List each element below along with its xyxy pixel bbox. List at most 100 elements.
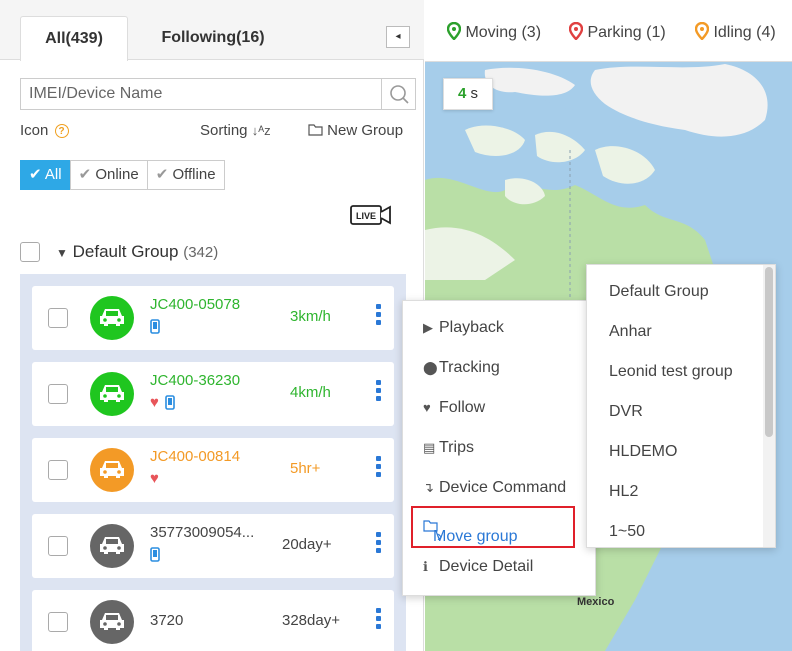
group-count: (342) — [183, 244, 219, 261]
submenu-item[interactable]: 1~50 — [609, 523, 645, 541]
submenu-item[interactable]: Anhar — [609, 323, 652, 341]
collapse-panel-button[interactable]: ◂ — [386, 26, 410, 48]
check-icon: ✔ — [155, 166, 169, 183]
legend-moving-label: Moving (3) — [465, 24, 542, 41]
group-label[interactable]: ▼ Default Group (342) — [56, 242, 218, 262]
new-group-button[interactable]: New Group — [308, 122, 403, 139]
menu-item-playback-label: Playback — [439, 319, 504, 336]
new-group-label: New Group — [327, 122, 404, 139]
device-speed: 5hr+ — [290, 460, 321, 477]
legend-idling[interactable]: Idling (4) — [694, 21, 776, 42]
device-card[interactable]: 3720 328day+ — [32, 590, 394, 651]
device-speed: 3km/h — [290, 308, 331, 325]
search-icon — [390, 85, 409, 104]
filter-online-label: Online — [95, 166, 139, 183]
menu-item-tracking[interactable]: ⬤Tracking — [423, 359, 500, 377]
car-avatar — [90, 448, 134, 492]
legend-moving[interactable]: Moving (3) — [446, 21, 542, 42]
device-name[interactable]: 3720 — [150, 612, 183, 629]
icon-toggle[interactable]: Icon ? — [20, 122, 69, 139]
info-icon: ℹ — [423, 559, 428, 574]
tab-following[interactable]: Following(16) — [138, 16, 288, 60]
help-icon[interactable]: ? — [54, 124, 69, 138]
search-button[interactable] — [381, 79, 415, 109]
menu-item-playback[interactable]: ▶ Playback — [423, 319, 504, 337]
car-avatar — [90, 372, 134, 416]
device-checkbox[interactable] — [48, 460, 68, 480]
more-menu-icon[interactable] — [376, 380, 382, 406]
device-badges — [150, 318, 160, 334]
menu-item-trips-label: Trips — [439, 439, 474, 456]
car-avatar — [90, 524, 134, 568]
menu-item-follow[interactable]: ♥ Follow — [423, 399, 485, 417]
tab-all[interactable]: All(439) — [20, 16, 128, 61]
more-menu-icon[interactable] — [376, 608, 382, 634]
refresh-timer-button[interactable]: 4 s — [443, 78, 493, 110]
device-card[interactable]: 35773009054... 20day+ — [32, 514, 394, 578]
device-name[interactable]: JC400-36230 — [150, 372, 240, 389]
filter-online[interactable]: ✔ Online — [69, 160, 148, 190]
scrollbar-thumb[interactable] — [765, 267, 773, 437]
check-icon: ✔ — [78, 166, 92, 183]
device-checkbox[interactable] — [48, 536, 68, 556]
live-label: LIVE — [356, 211, 376, 221]
menu-item-device-detail[interactable]: ℹ Device Detail — [423, 558, 533, 576]
list-icon: ▤ — [423, 440, 436, 455]
phone-icon — [150, 318, 160, 334]
tab-bar: All(439) Following(16) ◂ — [0, 0, 424, 61]
menu-item-follow-label: Follow — [439, 399, 486, 416]
search-input[interactable] — [21, 79, 381, 109]
filter-all-label: All — [44, 166, 62, 183]
device-card[interactable]: JC400-36230 ♥ 4km/h — [32, 362, 394, 426]
map-pin-icon — [446, 21, 462, 41]
folder-icon — [308, 124, 323, 136]
refresh-value: 4 — [457, 85, 467, 102]
heart-icon: ♥ — [150, 469, 159, 487]
more-menu-icon[interactable] — [376, 304, 382, 330]
device-badges: ♥ — [150, 394, 175, 410]
menu-item-device-command-label: Device Command — [439, 479, 567, 496]
menu-item-device-command[interactable]: ↴ Device Command — [423, 479, 566, 497]
map-place-label: Mexico — [577, 596, 615, 608]
legend-idling-label: Idling (4) — [713, 24, 776, 41]
device-name[interactable]: JC400-00814 — [150, 448, 240, 465]
submenu-scrollbar[interactable] — [763, 265, 775, 547]
more-menu-icon[interactable] — [376, 532, 382, 558]
filter-offline[interactable]: ✔ Offline — [146, 160, 225, 190]
device-card[interactable]: JC400-05078 3km/h — [32, 286, 394, 350]
car-avatar — [90, 600, 134, 644]
device-card[interactable]: JC400-00814 ♥ 5hr+ — [32, 438, 394, 502]
device-checkbox[interactable] — [48, 612, 68, 632]
sorting-button[interactable]: Sorting ↓ᴬᴢ — [200, 122, 271, 139]
device-name[interactable]: JC400-05078 — [150, 296, 240, 313]
device-checkbox[interactable] — [48, 308, 68, 328]
legend-parking[interactable]: Parking (1) — [568, 21, 666, 42]
sorting-label: Sorting — [200, 122, 248, 139]
live-video-icon[interactable]: LIVE — [350, 204, 392, 226]
car-icon — [100, 537, 124, 554]
filter-all[interactable]: ✔ All — [20, 160, 71, 190]
group-checkbox[interactable] — [20, 242, 40, 262]
submenu-item[interactable]: HLDEMO — [609, 443, 677, 461]
map-pin-icon — [694, 21, 710, 41]
filter-offline-label: Offline — [172, 166, 216, 183]
menu-item-move-group[interactable]: Move group › — [411, 506, 575, 548]
play-icon: ▶ — [423, 320, 433, 335]
device-speed: 20day+ — [282, 536, 332, 553]
device-name[interactable]: 35773009054... — [150, 524, 254, 541]
more-menu-icon[interactable] — [376, 456, 382, 482]
search-box — [20, 78, 416, 110]
heart-icon: ♥ — [150, 393, 159, 411]
submenu-item[interactable]: Default Group — [609, 283, 709, 301]
car-icon — [100, 385, 124, 402]
car-icon — [100, 309, 124, 326]
menu-item-move-group-label: Move group — [433, 528, 518, 545]
submenu-item[interactable]: DVR — [609, 403, 643, 421]
submenu-item[interactable]: HL2 — [609, 483, 638, 501]
move-group-submenu: Default Group Anhar Leonid test group DV… — [586, 264, 776, 548]
submenu-item[interactable]: Leonid test group — [609, 363, 733, 381]
menu-item-trips[interactable]: ▤ Trips — [423, 439, 474, 457]
device-checkbox[interactable] — [48, 384, 68, 404]
legend-parking-label: Parking (1) — [587, 24, 666, 41]
sort-icon: ↓ᴬᴢ — [251, 123, 271, 138]
